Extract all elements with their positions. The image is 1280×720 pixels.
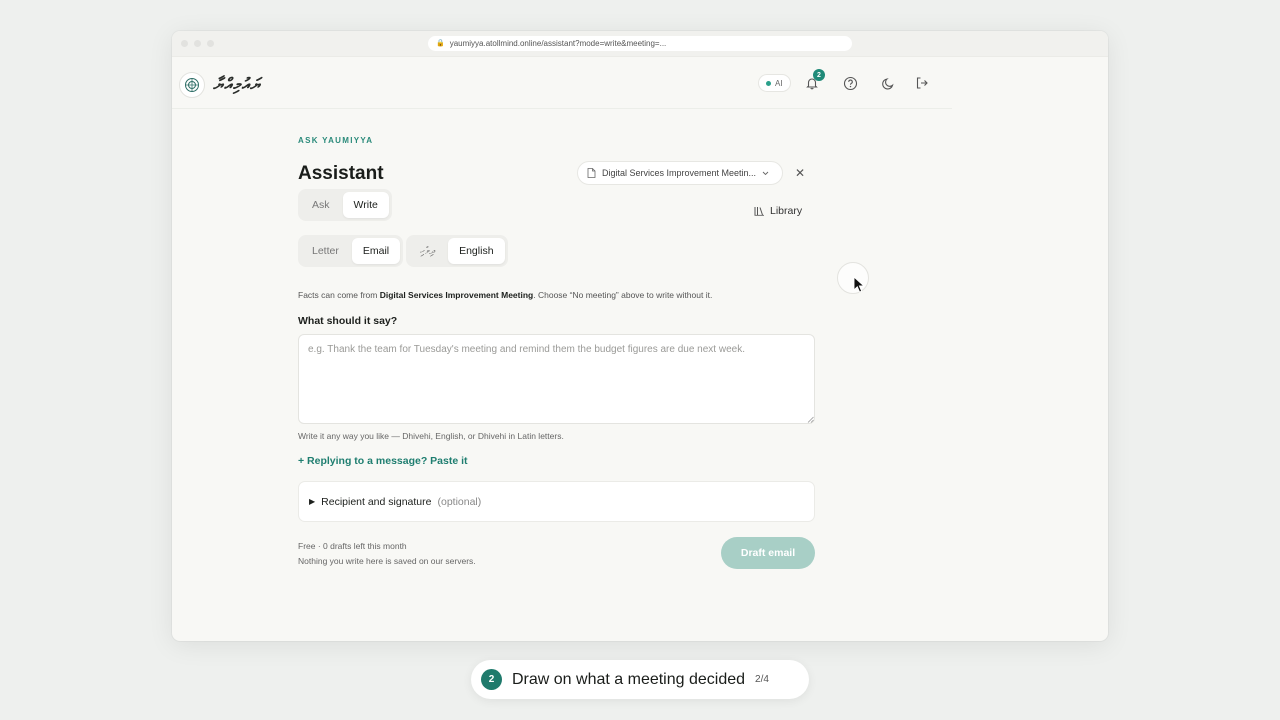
- step-number-badge: 2: [481, 669, 502, 690]
- tab-letter[interactable]: Letter: [301, 238, 350, 264]
- brand-wordmark[interactable]: ޔައުމިއްޔާ: [213, 75, 261, 95]
- step-caption: Draw on what a meeting decided: [512, 670, 746, 688]
- draft-email-button[interactable]: Draft email: [721, 537, 815, 569]
- meeting-selector-label: Digital Services Improvement Meetin...: [602, 168, 757, 178]
- browser-window: 🔒 yaumiyya.atollmind.online/assistant?mo…: [172, 31, 1108, 641]
- ai-label: AI: [775, 78, 783, 88]
- step-counter: 2/4: [755, 674, 769, 685]
- browser-chrome: 🔒 yaumiyya.atollmind.online/assistant?mo…: [172, 31, 1108, 57]
- facts-note: Facts can come from Digital Services Imp…: [298, 290, 712, 300]
- type-tabs: Letter Email: [298, 235, 404, 267]
- logo-icon[interactable]: [179, 72, 205, 98]
- window-controls: [181, 40, 214, 47]
- tab-write[interactable]: Write: [342, 192, 389, 218]
- app-header: ޔައުމިއްޔާ AI 2: [172, 57, 952, 109]
- language-tabs: ދިވެހި English: [406, 235, 508, 267]
- address-bar[interactable]: 🔒 yaumiyya.atollmind.online/assistant?mo…: [428, 36, 852, 51]
- quota-info: Free · 0 drafts left this month Nothing …: [298, 539, 476, 569]
- prompt-hint: Write it any way you like — Dhivehi, Eng…: [298, 431, 564, 441]
- recipient-signature-toggle[interactable]: ▶ Recipient and signature (optional): [298, 481, 815, 522]
- help-icon[interactable]: [840, 73, 860, 93]
- library-icon: [754, 207, 764, 216]
- close-window-dot[interactable]: [181, 40, 188, 47]
- mouse-pointer-icon: [853, 276, 866, 293]
- tab-dhivehi[interactable]: ދިވެހި: [409, 238, 446, 264]
- minimize-window-dot[interactable]: [194, 40, 201, 47]
- lock-icon: 🔒: [436, 40, 445, 47]
- tab-english[interactable]: English: [448, 238, 505, 264]
- logout-icon[interactable]: [912, 73, 932, 93]
- maximize-window-dot[interactable]: [207, 40, 214, 47]
- meeting-selector[interactable]: Digital Services Improvement Meetin...: [577, 161, 783, 185]
- tour-step-indicator: 2 Draw on what a meeting decided 2/4: [471, 660, 809, 699]
- library-label: Library: [770, 205, 803, 217]
- close-icon[interactable]: ✕: [792, 166, 808, 180]
- document-icon: [587, 168, 596, 178]
- notification-count-badge: 2: [813, 69, 825, 81]
- disclosure-triangle-icon: ▶: [309, 497, 316, 506]
- tab-email[interactable]: Email: [351, 238, 401, 264]
- facts-suffix: . Choose “No meeting” above to write wit…: [533, 290, 713, 300]
- quota-line: Free · 0 drafts left this month: [298, 541, 407, 551]
- ai-status-badge[interactable]: AI: [758, 74, 791, 92]
- mode-tabs: Ask Write: [298, 189, 392, 221]
- facts-meeting-name: Digital Services Improvement Meeting: [379, 290, 534, 300]
- moon-icon[interactable]: [878, 73, 898, 93]
- ai-status-dot: [766, 80, 771, 86]
- recipient-label: Recipient and signature: [321, 495, 432, 508]
- assistant-panel: ASK YAUMIYYA Assistant Digital Services …: [298, 109, 818, 639]
- recipient-optional-label: (optional): [437, 495, 482, 508]
- url-text: yaumiyya.atollmind.online/assistant?mode…: [449, 39, 667, 48]
- facts-prefix: Facts can come from: [298, 290, 380, 300]
- resize-handle-icon[interactable]: [807, 416, 814, 423]
- library-button[interactable]: Library: [754, 205, 802, 217]
- section-eyebrow: ASK YAUMIYYA: [298, 136, 374, 145]
- privacy-line: Nothing you write here is saved on our s…: [298, 556, 476, 566]
- tab-ask[interactable]: Ask: [301, 192, 341, 218]
- prompt-label: What should it say?: [298, 315, 398, 327]
- chevron-down-icon: [762, 171, 769, 175]
- page-title: Assistant: [298, 163, 384, 184]
- paste-reply-link[interactable]: + Replying to a message? Paste it: [298, 455, 468, 467]
- prompt-textarea[interactable]: [298, 334, 815, 424]
